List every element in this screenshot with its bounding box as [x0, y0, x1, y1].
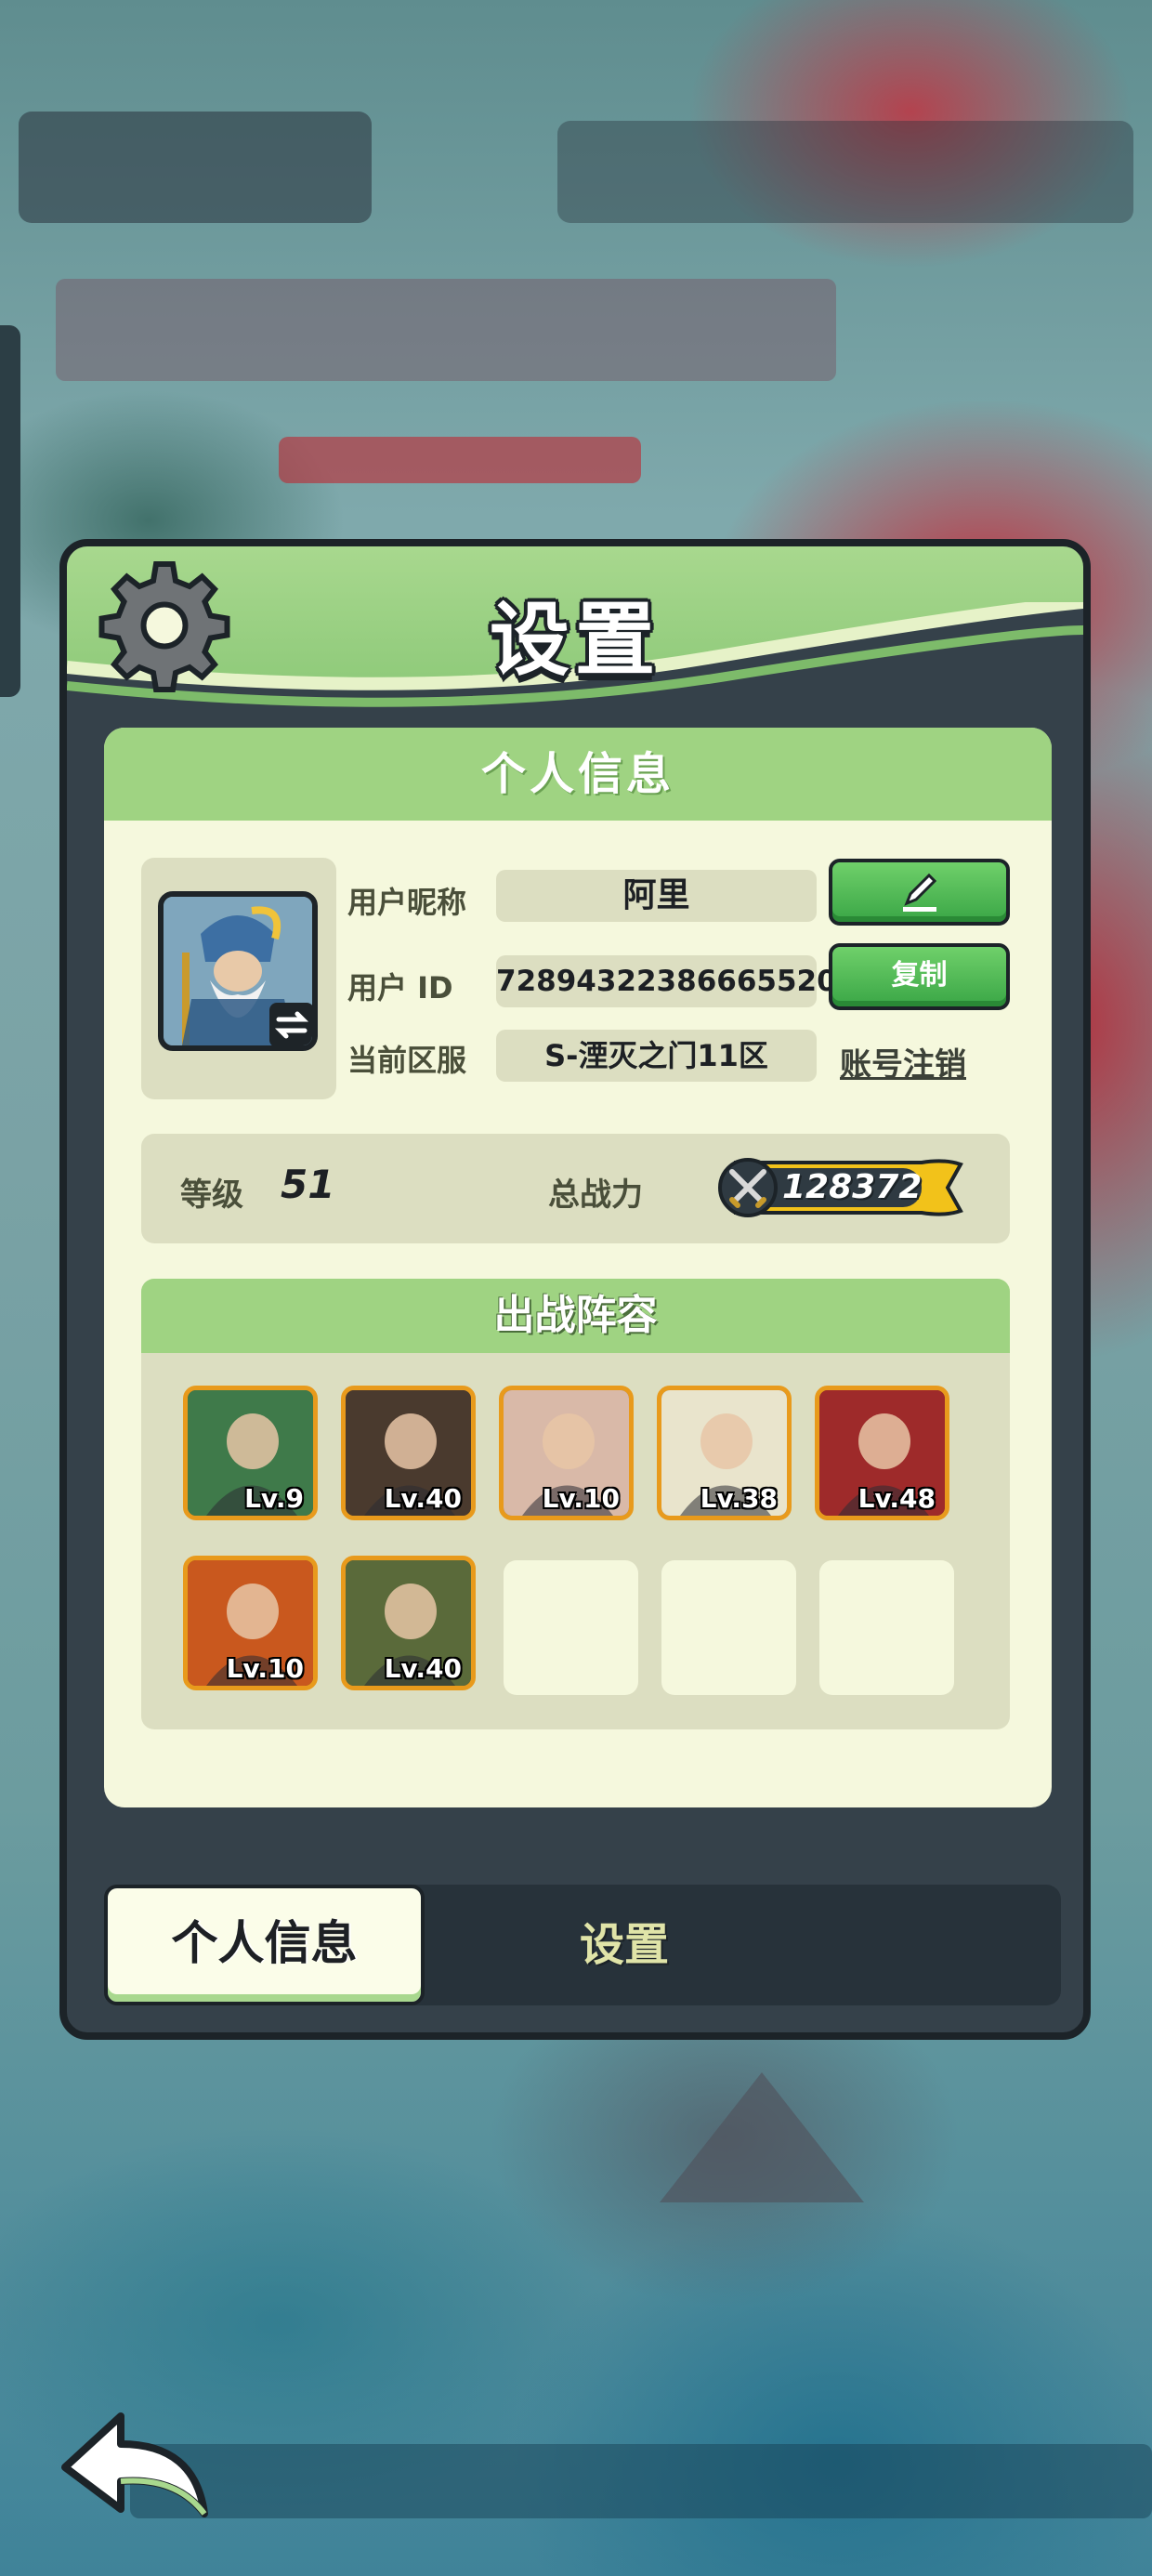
hero-slot[interactable]: Lv.48	[815, 1386, 949, 1520]
back-arrow-icon[interactable]	[56, 2402, 214, 2523]
hero-level: Lv.48	[857, 1483, 936, 1514]
hero-level: Lv.40	[384, 1653, 462, 1684]
level-value: 51	[281, 1162, 335, 1207]
swap-icon[interactable]	[269, 1003, 314, 1047]
hero-level: Lv.10	[226, 1653, 304, 1684]
hero-slot[interactable]: Lv.10	[183, 1556, 318, 1690]
left-edge-handle	[0, 325, 20, 697]
hero-slot[interactable]: Lv.40	[341, 1556, 476, 1690]
empty-hero-slot[interactable]	[819, 1560, 954, 1695]
hero-level: Lv.9	[244, 1483, 304, 1514]
avatar-box	[141, 858, 336, 1099]
bg-mountain	[660, 2072, 864, 2202]
hero-slot[interactable]: Lv.40	[341, 1386, 476, 1520]
hero-level: Lv.40	[384, 1483, 462, 1514]
hero-slot[interactable]: Lv.38	[657, 1386, 792, 1520]
copy-uid-button[interactable]: 复制	[829, 943, 1010, 1010]
account-logout-link[interactable]: 账号注销	[840, 1039, 966, 1084]
hero-slot[interactable]: Lv.9	[183, 1386, 318, 1520]
crossed-swords-icon	[729, 1169, 766, 1208]
battle-lineup: 出战阵容 Lv.9 Lv.40 Lv.10 Lv.38 Lv.48 Lv.10 Lv.40	[141, 1279, 1010, 1729]
tab-bar: 个人信息 设置	[104, 1885, 1061, 2005]
personal-info-card: 个人信息 用户昵称 阿里 用户 ID 72894322386665520 复制 …	[104, 728, 1052, 1807]
hero-slot[interactable]: Lv.10	[499, 1386, 634, 1520]
power-badge: 128372	[717, 1157, 963, 1218]
stats-bar: 等级 51 总战力 128372	[141, 1134, 1010, 1243]
settings-dialog: 设置 个人信息 用户昵称 阿里 用户 ID 72894322386665520 …	[59, 539, 1091, 2040]
power-label: 总战力	[548, 1176, 643, 1214]
bg-menu-icons	[56, 279, 836, 381]
edit-nickname-button[interactable]	[829, 859, 1010, 926]
bg-red-bar	[279, 437, 641, 483]
server-field: S-湮灭之门11区	[496, 1030, 817, 1082]
server-label: 当前区服	[347, 1043, 467, 1078]
card-header: 个人信息	[104, 728, 1052, 821]
bg-currency-bar	[557, 121, 1133, 223]
nickname-field: 阿里	[496, 870, 817, 922]
edit-pencil-icon	[902, 873, 936, 912]
uid-field: 72894322386665520	[496, 955, 837, 1007]
tab-personal-info[interactable]: 个人信息	[104, 1885, 425, 2005]
hero-level: Lv.38	[700, 1483, 778, 1514]
power-value: 128372	[782, 1168, 923, 1206]
bg-player-bar	[19, 112, 372, 223]
empty-hero-slot[interactable]	[661, 1560, 796, 1695]
hero-level: Lv.10	[542, 1483, 620, 1514]
dialog-title: 设置	[490, 594, 661, 687]
tab-settings[interactable]: 设置	[504, 1885, 745, 2005]
uid-label: 用户 ID	[347, 970, 453, 1005]
nickname-label: 用户昵称	[347, 885, 467, 920]
avatar[interactable]	[158, 891, 318, 1051]
bg-bottom-bar	[130, 2444, 1152, 2518]
level-label: 等级	[180, 1176, 243, 1214]
lineup-header: 出战阵容	[141, 1279, 1010, 1353]
empty-hero-slot[interactable]	[504, 1560, 638, 1695]
